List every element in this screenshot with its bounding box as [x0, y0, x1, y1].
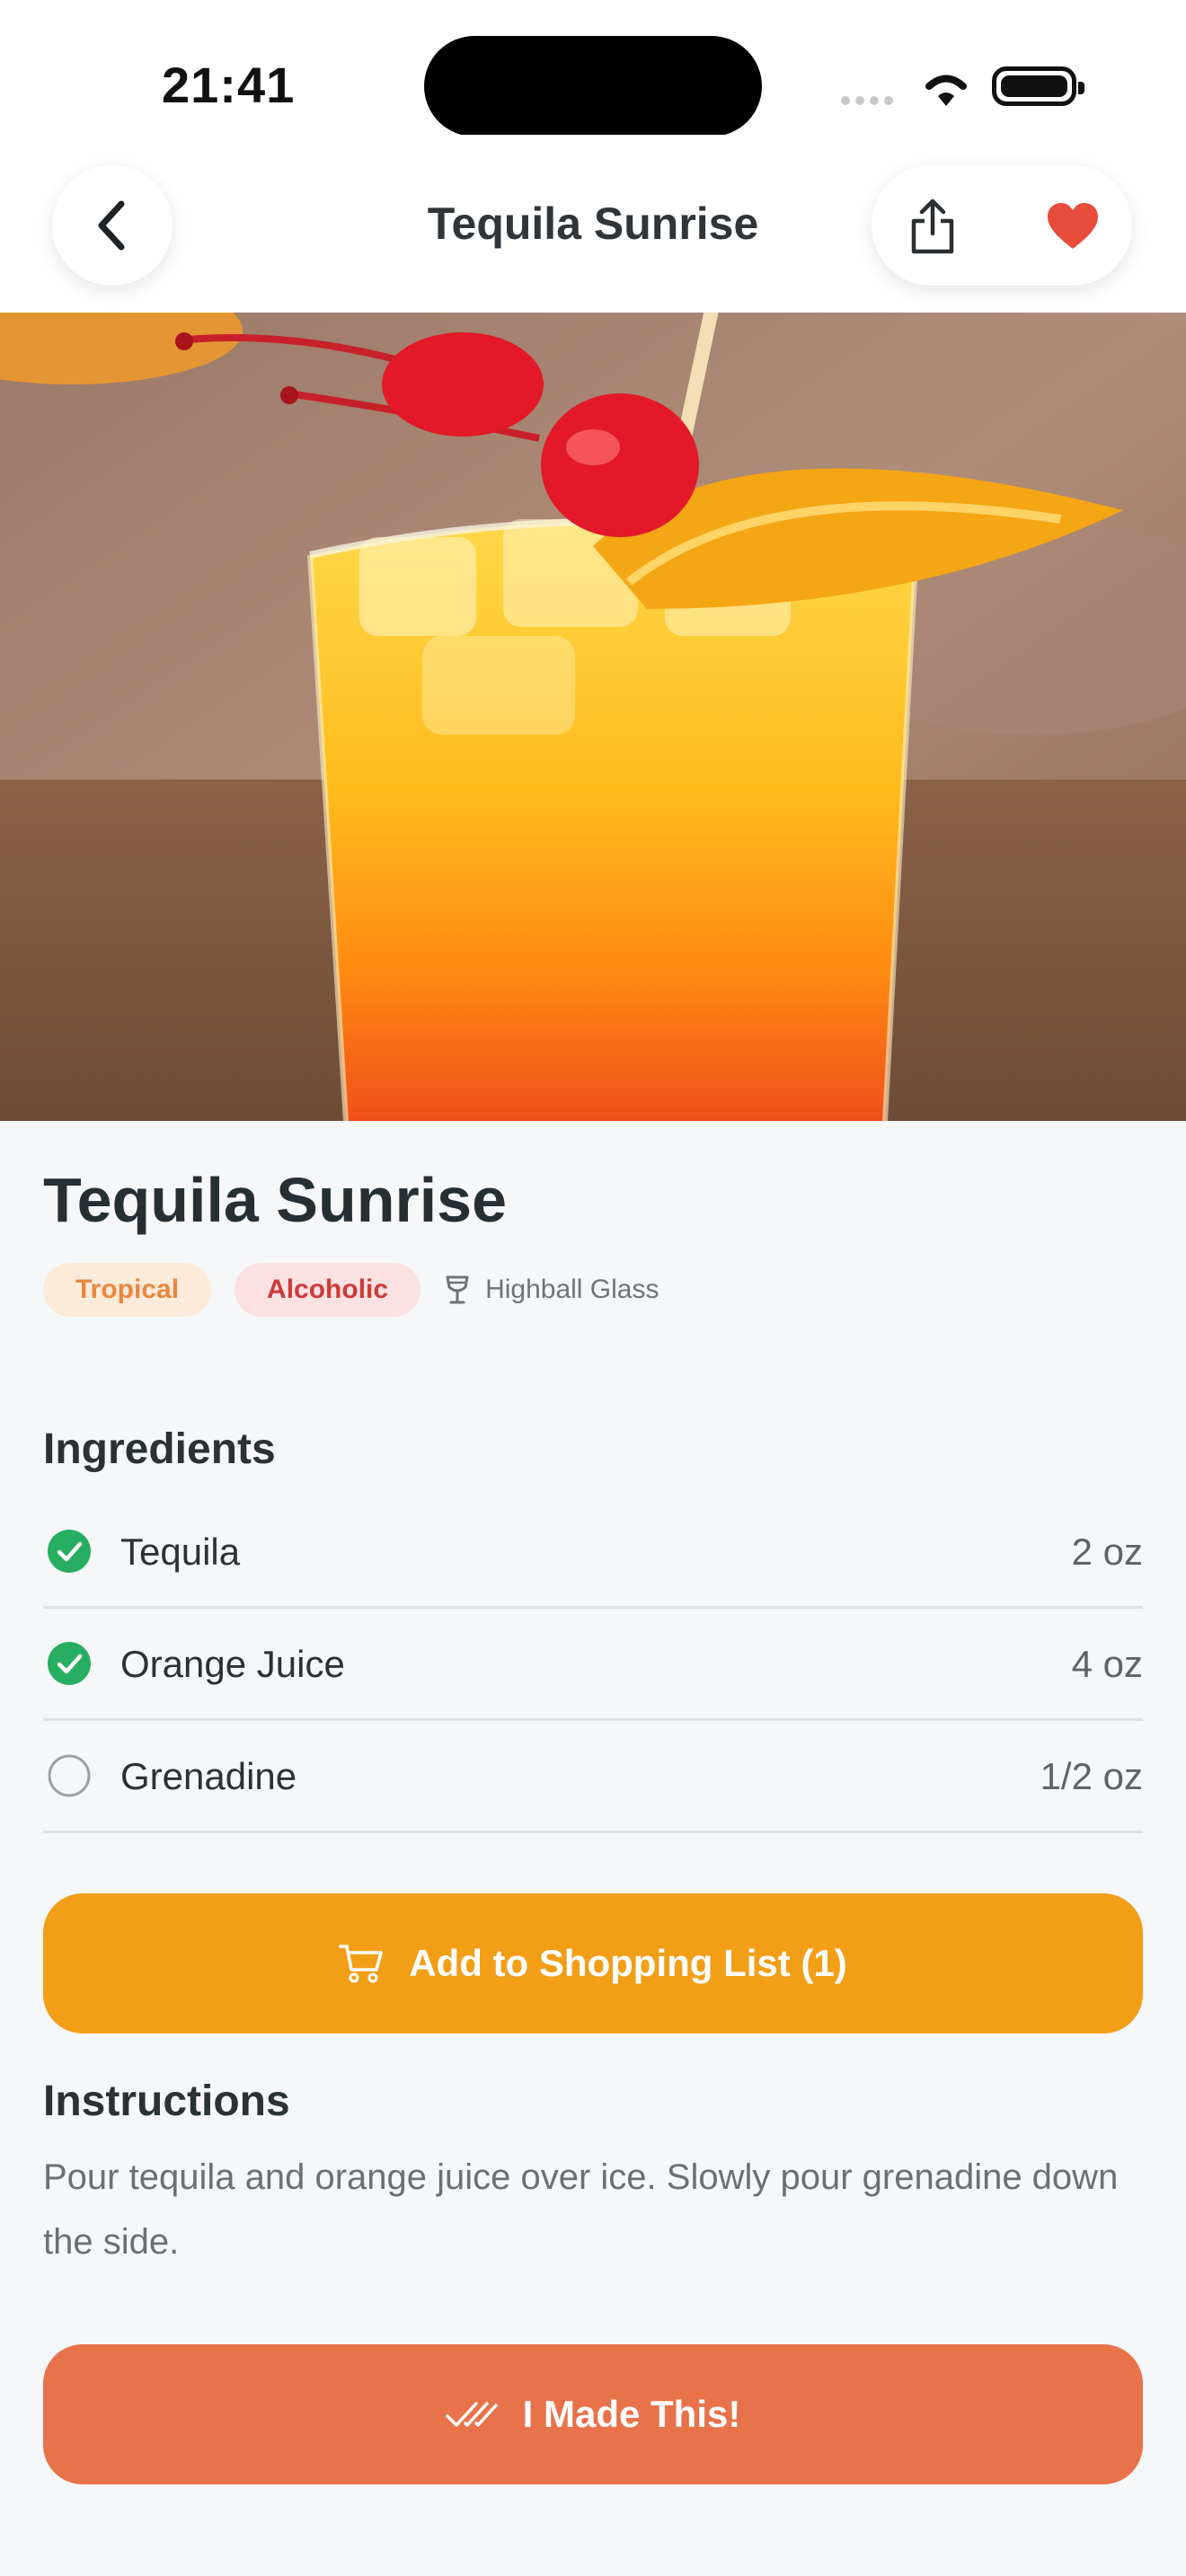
check-circle-icon[interactable] — [47, 1641, 92, 1686]
ingredient-name: Grenadine — [120, 1755, 297, 1797]
dynamic-island — [424, 36, 762, 137]
ingredient-amount: 4 oz — [1071, 1643, 1143, 1685]
glass-type: Highball Glass — [444, 1275, 659, 1305]
instructions-text: Pour tequila and orange juice over ice. … — [43, 2157, 1119, 2262]
nav-actions — [872, 165, 1132, 286]
add-to-shopping-list-button[interactable]: Add to Shopping List (1) — [43, 1893, 1143, 2033]
battery-icon — [992, 66, 1084, 106]
ingredient-amount: 1/2 oz — [1040, 1755, 1143, 1797]
heart-icon — [1048, 203, 1098, 249]
drink-photo — [0, 313, 1186, 1121]
ingredient-row[interactable]: Tequila 2 oz — [43, 1496, 1143, 1609]
wifi-icon — [925, 75, 967, 106]
tag-alcoholic: Alcoholic — [235, 1263, 421, 1317]
cocktail-glass-icon — [446, 1275, 469, 1304]
made-button-label: I Made This! — [522, 2393, 741, 2435]
favorite-button[interactable] — [1039, 192, 1107, 260]
ingredients-list: Tequila 2 oz Orange Juice 4 oz Grenadine… — [43, 1496, 1143, 1833]
shopping-button-label: Add to Shopping List (1) — [409, 1942, 847, 1984]
double-check-icon — [445, 2402, 498, 2427]
ingredient-row[interactable]: Grenadine 1/2 oz — [43, 1721, 1143, 1833]
cellular-signal-icon — [841, 93, 898, 110]
navigation-bar: Tequila Sunrise — [0, 135, 1186, 313]
glass-label: Highball Glass — [485, 1275, 659, 1304]
share-button[interactable] — [898, 192, 967, 260]
status-time: 21:41 — [162, 57, 296, 113]
ingredient-row[interactable]: Orange Juice 4 oz — [43, 1609, 1143, 1721]
ingredient-amount: 2 oz — [1071, 1531, 1143, 1573]
instructions-heading: Instructions — [43, 2078, 290, 2125]
tag-row: Tropical Alcoholic Highball Glass — [43, 1263, 659, 1317]
tag-tropical: Tropical — [43, 1263, 212, 1317]
empty-circle-icon[interactable] — [47, 1753, 92, 1798]
i-made-this-button[interactable]: I Made This! — [43, 2344, 1143, 2484]
share-icon — [911, 198, 954, 254]
ingredient-name: Orange Juice — [120, 1643, 345, 1685]
ingredients-heading: Ingredients — [43, 1425, 276, 1473]
cart-icon — [339, 1945, 383, 1983]
ingredient-name: Tequila — [120, 1531, 241, 1573]
check-circle-icon[interactable] — [47, 1529, 92, 1574]
drink-title: Tequila Sunrise — [43, 1165, 508, 1235]
